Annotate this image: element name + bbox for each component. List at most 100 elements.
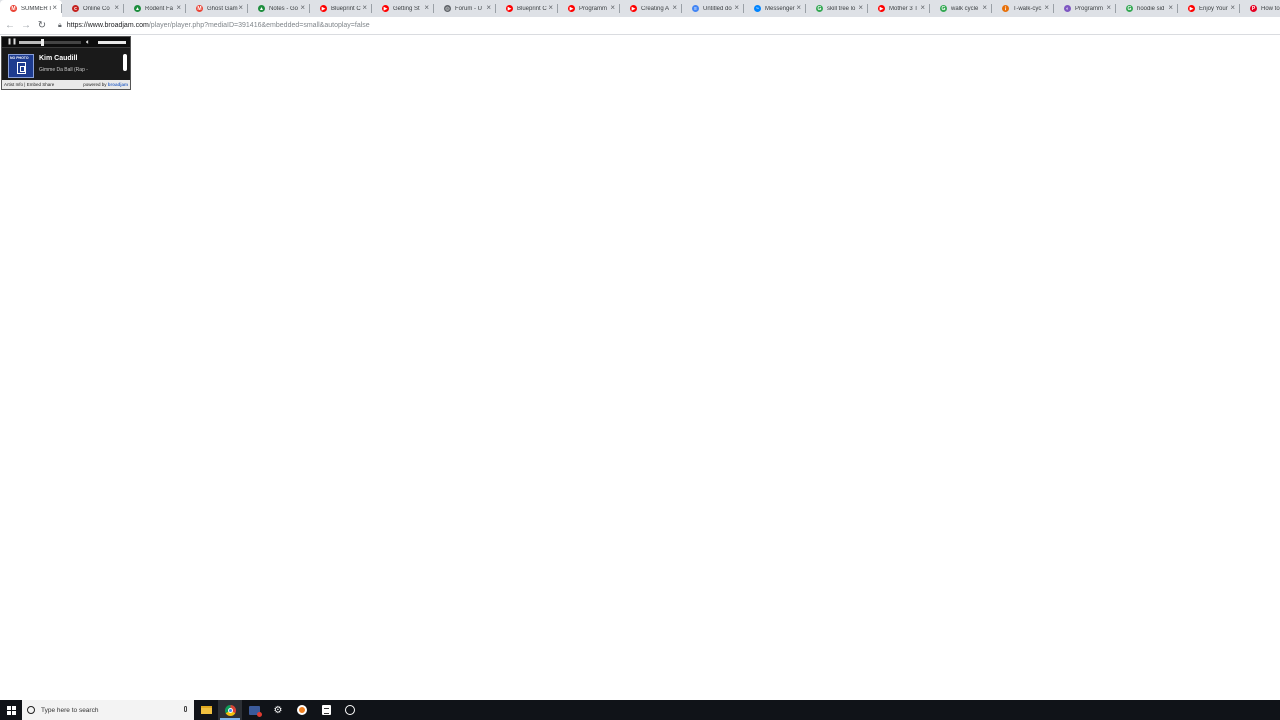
- browser-tab[interactable]: ▶ Getting St ×: [372, 0, 434, 17]
- close-tab-icon[interactable]: ×: [1230, 3, 1235, 12]
- artist-name[interactable]: Kim Caudill: [39, 55, 78, 62]
- browser-tab[interactable]: ▶ Enjoy Your ×: [1178, 0, 1240, 17]
- close-tab-icon[interactable]: ×: [610, 3, 615, 12]
- close-tab-icon[interactable]: ×: [796, 3, 801, 12]
- close-tab-icon[interactable]: ×: [176, 3, 181, 12]
- tab-strip: M SUMMER I × c Online Co × ▲ Rodent Fa × M Ghost G…: [0, 0, 1280, 17]
- browser-tab[interactable]: ⋮ T-walk-cyc ×: [992, 0, 1054, 17]
- browser-tab[interactable]: ~ Messenger ×: [744, 0, 806, 17]
- microphone-icon[interactable]: [184, 706, 187, 712]
- browser-tab[interactable]: Ghoodie sid ×: [1116, 0, 1178, 17]
- close-tab-icon[interactable]: ×: [734, 3, 739, 12]
- browser-tab[interactable]: ≡ Untitled do ×: [682, 0, 744, 17]
- close-tab-icon[interactable]: ×: [1168, 3, 1173, 12]
- taskbar: Type here to search ⚙: [0, 700, 1280, 720]
- browser-tab[interactable]: c Online Co ×: [62, 0, 124, 17]
- tab-title: Programm: [579, 5, 608, 12]
- youtube-icon: ▶: [568, 5, 575, 12]
- google-icon: G: [1126, 5, 1133, 12]
- tab-title: Mother 3 T: [889, 5, 918, 12]
- browser-tab[interactable]: ◐ Programm ×: [1054, 0, 1116, 17]
- youtube-icon: ▶: [878, 5, 885, 12]
- unity-icon: ◎: [444, 5, 451, 12]
- browser-tab[interactable]: M SUMMER I ×: [0, 0, 62, 17]
- close-tab-icon[interactable]: ×: [52, 3, 57, 12]
- close-tab-icon[interactable]: ×: [424, 3, 429, 12]
- taskbar-steam[interactable]: ⚙: [266, 700, 290, 720]
- browser-tab[interactable]: ▶ Mother 3 T ×: [868, 0, 930, 17]
- tab-title: Blueprint C: [517, 5, 547, 12]
- reload-button[interactable]: ↻: [34, 18, 50, 34]
- taskbar-mail[interactable]: [242, 700, 266, 720]
- close-tab-icon[interactable]: ×: [920, 3, 925, 12]
- tab-title: Getting St: [393, 5, 420, 12]
- pinterest-icon: P: [1250, 5, 1257, 12]
- windows-icon: [6, 705, 16, 715]
- notes-icon: [321, 705, 331, 715]
- browser-tab[interactable]: ▲ Rodent Fa ×: [124, 0, 186, 17]
- google-icon: G: [940, 5, 947, 12]
- close-tab-icon[interactable]: ×: [486, 3, 491, 12]
- no-photo-label: NO PHOTO: [10, 56, 29, 60]
- tab-title: Forum - U: [455, 5, 482, 12]
- volume-slider[interactable]: [98, 41, 126, 44]
- close-tab-icon[interactable]: ×: [1106, 3, 1111, 12]
- back-button[interactable]: ←: [2, 18, 18, 34]
- close-tab-icon[interactable]: ×: [548, 3, 553, 12]
- lock-icon[interactable]: 🔒︎: [58, 22, 62, 30]
- messenger-icon: ~: [754, 5, 761, 12]
- tab-title: How to: [1261, 5, 1280, 12]
- tab-title: Untitled do: [703, 5, 732, 12]
- browser-tab[interactable]: Gwalk cycle ×: [930, 0, 992, 17]
- browser-tab[interactable]: ▶ Creating A ×: [620, 0, 682, 17]
- browser-tab[interactable]: ▲ Notes - Go ×: [248, 0, 310, 17]
- youtube-icon: ▶: [506, 5, 513, 12]
- volume-icon[interactable]: 🔈︎: [86, 38, 90, 47]
- youtube-icon: ▶: [382, 5, 389, 12]
- start-button[interactable]: [0, 700, 22, 720]
- broadjam-player: ❚❚ 🔈︎ NO PHOTO Kim Caudill Gimme Da Ball…: [1, 36, 131, 90]
- search-placeholder: Type here to search: [41, 706, 99, 714]
- close-tab-icon[interactable]: ×: [362, 3, 367, 12]
- share-link[interactable]: Share: [42, 82, 54, 87]
- close-tab-icon[interactable]: ×: [300, 3, 305, 12]
- pause-button[interactable]: ❚❚: [7, 39, 17, 46]
- browser-tab[interactable]: M Ghost Gam ×: [186, 0, 248, 17]
- browser-tab[interactable]: PHow to×: [1240, 0, 1280, 17]
- close-tab-icon[interactable]: ×: [114, 3, 119, 12]
- broadjam-brand[interactable]: broadjam: [108, 82, 128, 87]
- close-tab-icon[interactable]: ×: [672, 3, 677, 12]
- browser-tab[interactable]: ▶ Blueprint C ×: [496, 0, 558, 17]
- tab-title: walk cycle: [951, 5, 979, 12]
- browser-tab[interactable]: ▶ Programm ×: [558, 0, 620, 17]
- taskbar-chrome[interactable]: [218, 700, 242, 720]
- tab-title: Messenger: [765, 5, 795, 12]
- browser-tab[interactable]: Gskill tree lo ×: [806, 0, 868, 17]
- artist-info-link[interactable]: Artist Info: [4, 82, 23, 87]
- embed-link[interactable]: Embed: [27, 82, 41, 87]
- browser-tab[interactable]: ◎ Forum - U ×: [434, 0, 496, 17]
- tab-title: Programm: [1075, 5, 1104, 12]
- url-path: /player/player.php?mediaID=391416&embedd…: [148, 22, 370, 29]
- progress-slider[interactable]: [19, 39, 81, 46]
- close-tab-icon[interactable]: ×: [858, 3, 863, 12]
- close-tab-icon[interactable]: ×: [982, 3, 987, 12]
- taskbar-unity[interactable]: [338, 700, 362, 720]
- chrome-icon: [224, 704, 236, 716]
- forward-button[interactable]: →: [18, 18, 34, 34]
- scrollbar-thumb[interactable]: [123, 54, 127, 71]
- player-controls: ❚❚ 🔈︎: [2, 37, 130, 48]
- tab-title: SUMMER I: [21, 5, 51, 12]
- player-footer: Artist Info | Embed Share powered by bro…: [2, 80, 130, 89]
- taskbar-search[interactable]: Type here to search: [22, 700, 194, 720]
- powered-by[interactable]: powered by broadjam: [83, 82, 128, 87]
- close-tab-icon[interactable]: ×: [238, 3, 243, 12]
- taskbar-file-explorer[interactable]: [194, 700, 218, 720]
- address-bar[interactable]: 🔒︎ https://www.broadjam.com/player/playe…: [58, 19, 1280, 33]
- browser-tab[interactable]: ▶ Blueprint C ×: [310, 0, 372, 17]
- taskbar-blender[interactable]: [290, 700, 314, 720]
- taskbar-notes[interactable]: [314, 700, 338, 720]
- close-tab-icon[interactable]: ×: [1044, 3, 1049, 12]
- folder-icon: [200, 706, 212, 714]
- progress-knob[interactable]: [40, 39, 44, 46]
